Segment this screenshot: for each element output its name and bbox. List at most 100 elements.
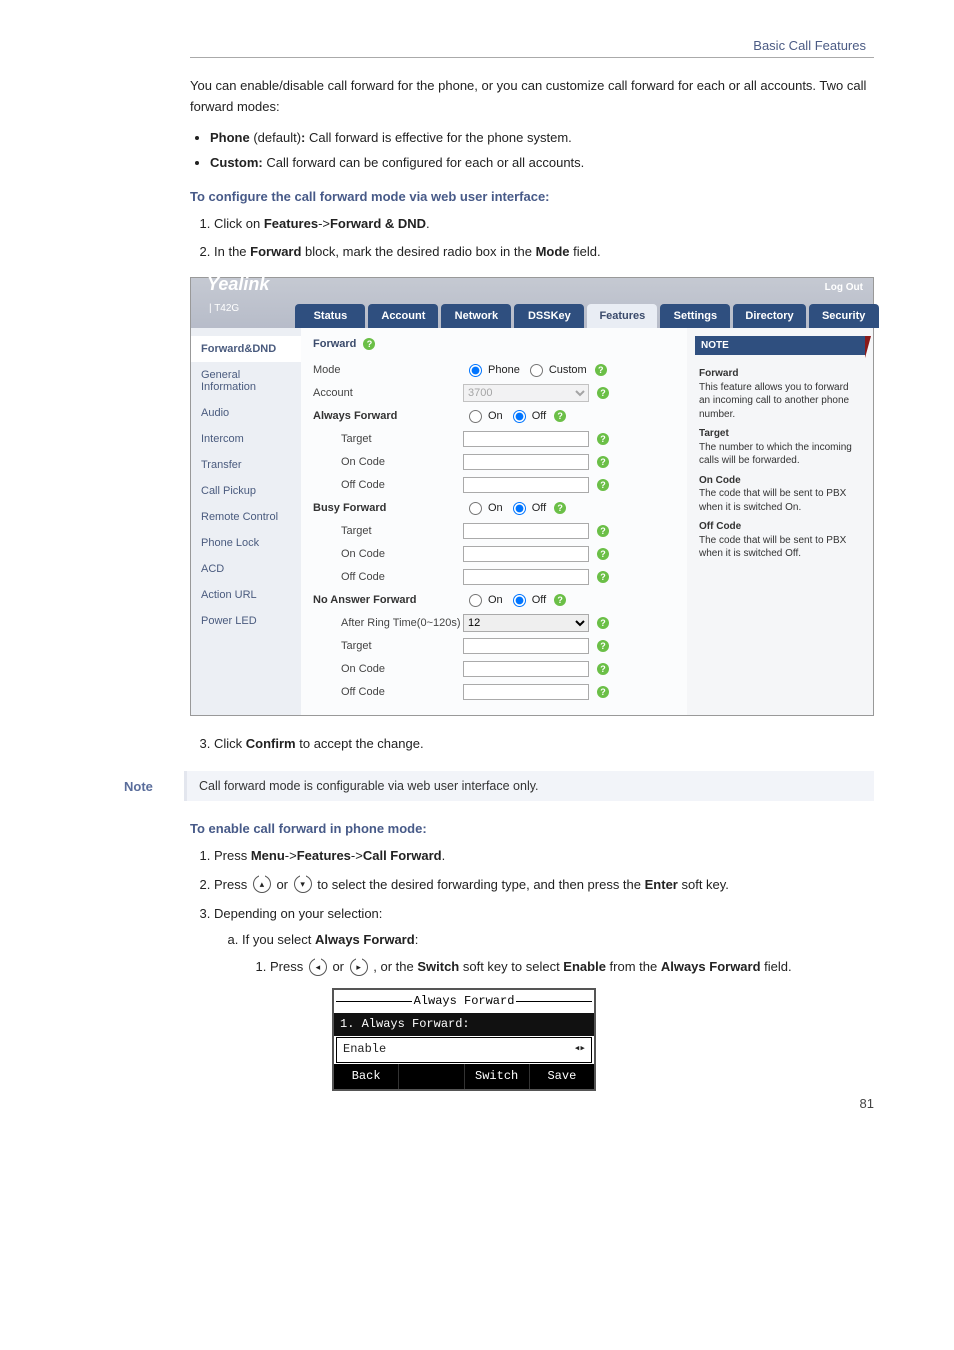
bullet-custom-rest: Call forward can be configured for each … — [263, 155, 585, 170]
noans-target-input[interactable] — [463, 638, 589, 654]
help-icon[interactable]: ? — [597, 548, 609, 560]
sec2-substeps: If you select Always Forward: Press ◂ or… — [224, 930, 874, 1090]
tab-network[interactable]: Network — [441, 304, 511, 328]
mode-phone-radio[interactable] — [469, 364, 482, 377]
always-target-input[interactable] — [463, 431, 589, 447]
help-icon[interactable]: ? — [597, 525, 609, 537]
row-noanswer-forward: No Answer Forward On Off ? — [313, 590, 675, 610]
busy-oncode-input[interactable] — [463, 546, 589, 562]
sec1-head: To configure the call forward mode via w… — [190, 189, 874, 204]
noans-off-radio[interactable] — [513, 594, 526, 607]
side-acd[interactable]: ACD — [191, 556, 301, 582]
side-transfer[interactable]: Transfer — [191, 452, 301, 478]
help-icon[interactable]: ? — [554, 502, 566, 514]
row-account: Account 3700? — [313, 383, 675, 403]
intro-paragraph: You can enable/disable call forward for … — [190, 76, 874, 118]
sec2-step2: Press ▴ or ▾ to select the desired forwa… — [214, 875, 874, 896]
account-select[interactable]: 3700 — [463, 384, 589, 402]
help-icon[interactable]: ? — [597, 640, 609, 652]
sec1-steps: Click on Features->Forward & DND. In the… — [196, 214, 874, 264]
side-intercom[interactable]: Intercom — [191, 426, 301, 452]
help-icon[interactable]: ? — [595, 364, 607, 376]
bullet-custom-label: Custom: — [210, 155, 263, 170]
phone-arrows-icon: ◂▸ — [574, 1041, 585, 1059]
noans-offcode-input[interactable] — [463, 684, 589, 700]
tab-security[interactable]: Security — [809, 304, 879, 328]
phone-row1: 1. Always Forward: — [334, 1013, 594, 1036]
logout-link[interactable]: Log Out — [825, 282, 863, 293]
bullet-phone-rest: Call forward is effective for the phone … — [305, 130, 571, 145]
right-key-icon: ▸ — [350, 958, 368, 976]
always-on-radio[interactable] — [469, 410, 482, 423]
softkey-empty[interactable] — [399, 1064, 464, 1089]
row-mode: Mode Phone Custom ? — [313, 360, 675, 380]
busy-offcode-input[interactable] — [463, 569, 589, 585]
side-call-pickup[interactable]: Call Pickup — [191, 478, 301, 504]
always-oncode-input[interactable] — [463, 454, 589, 470]
sec2-head: To enable call forward in phone mode: — [190, 821, 874, 836]
tab-status[interactable]: Status — [295, 304, 365, 328]
softkey-save[interactable]: Save — [530, 1064, 594, 1089]
bullet-phone-default: (default) — [250, 130, 301, 145]
help-icon[interactable]: ? — [597, 686, 609, 698]
side-power-led[interactable]: Power LED — [191, 608, 301, 634]
sec1-steps-cont: Click Confirm to accept the change. — [196, 734, 874, 755]
softkey-back[interactable]: Back — [334, 1064, 399, 1089]
noans-oncode-input[interactable] — [463, 661, 589, 677]
note-body: Call forward mode is configurable via we… — [184, 771, 874, 801]
note-label: Note — [120, 771, 184, 801]
help-icon[interactable]: ? — [597, 571, 609, 583]
help-icon[interactable]: ? — [597, 433, 609, 445]
side-general-info[interactable]: General Information — [191, 362, 301, 400]
help-icon[interactable]: ? — [554, 410, 566, 422]
row-busy-forward: Busy Forward On Off ? — [313, 498, 675, 518]
phone-screenshot: Always Forward 1. Always Forward: Enable… — [332, 988, 596, 1091]
sec2-steps: Press Menu->Features->Call Forward. Pres… — [196, 846, 874, 1091]
always-off-radio[interactable] — [513, 410, 526, 423]
tab-dsskey[interactable]: DSSKey — [514, 304, 584, 328]
bullet-phone: Phone (default): Call forward is effecti… — [210, 128, 874, 148]
side-remote-control[interactable]: Remote Control — [191, 504, 301, 530]
side-phone-lock[interactable]: Phone Lock — [191, 530, 301, 556]
help-icon[interactable]: ? — [363, 338, 375, 350]
help-icon[interactable]: ? — [597, 479, 609, 491]
sec2-sub-a-steps: Press ◂ or ▸ , or the Switch soft key to… — [252, 957, 874, 978]
row-always-forward: Always Forward On Off ? — [313, 406, 675, 426]
help-icon[interactable]: ? — [597, 617, 609, 629]
always-offcode-input[interactable] — [463, 477, 589, 493]
left-key-icon: ◂ — [309, 958, 327, 976]
sec1-step3: Click Confirm to accept the change. — [214, 734, 874, 755]
busy-target-input[interactable] — [463, 523, 589, 539]
bullet-phone-label: Phone — [210, 130, 250, 145]
phone-row2[interactable]: Enable ◂▸ — [336, 1037, 592, 1062]
side-audio[interactable]: Audio — [191, 400, 301, 426]
tab-settings[interactable]: Settings — [660, 304, 730, 328]
tab-account[interactable]: Account — [368, 304, 438, 328]
web-admin-screenshot: Log Out Yealink | T42G Status Account Ne… — [190, 277, 874, 716]
tab-directory[interactable]: Directory — [733, 304, 805, 328]
running-head: Basic Call Features — [190, 38, 874, 53]
phone-title: Always Forward — [334, 990, 594, 1013]
brand-logo: Yealink | T42G — [199, 270, 277, 328]
note-head: NOTE — [695, 336, 865, 355]
phone-softkeys: Back Switch Save — [334, 1064, 594, 1089]
mode-custom-radio[interactable] — [530, 364, 543, 377]
help-icon[interactable]: ? — [597, 387, 609, 399]
softkey-switch[interactable]: Switch — [465, 1064, 530, 1089]
busy-on-radio[interactable] — [469, 502, 482, 515]
header-rule — [190, 57, 874, 58]
sec1-step2: In the Forward block, mark the desired r… — [214, 242, 874, 263]
side-action-url[interactable]: Action URL — [191, 582, 301, 608]
after-ring-select[interactable]: 12 — [463, 614, 589, 632]
help-icon[interactable]: ? — [554, 594, 566, 606]
help-icon[interactable]: ? — [597, 663, 609, 675]
form-title: Forward ? — [313, 338, 675, 350]
noans-on-radio[interactable] — [469, 594, 482, 607]
note-panel: NOTE ForwardThis feature allows you to f… — [687, 328, 873, 715]
tab-features[interactable]: Features — [587, 304, 657, 328]
busy-off-radio[interactable] — [513, 502, 526, 515]
side-forward-dnd[interactable]: Forward&DND — [191, 336, 301, 362]
sec2-step3: Depending on your selection: If you sele… — [214, 904, 874, 1091]
down-key-icon: ▾ — [294, 875, 312, 893]
help-icon[interactable]: ? — [597, 456, 609, 468]
